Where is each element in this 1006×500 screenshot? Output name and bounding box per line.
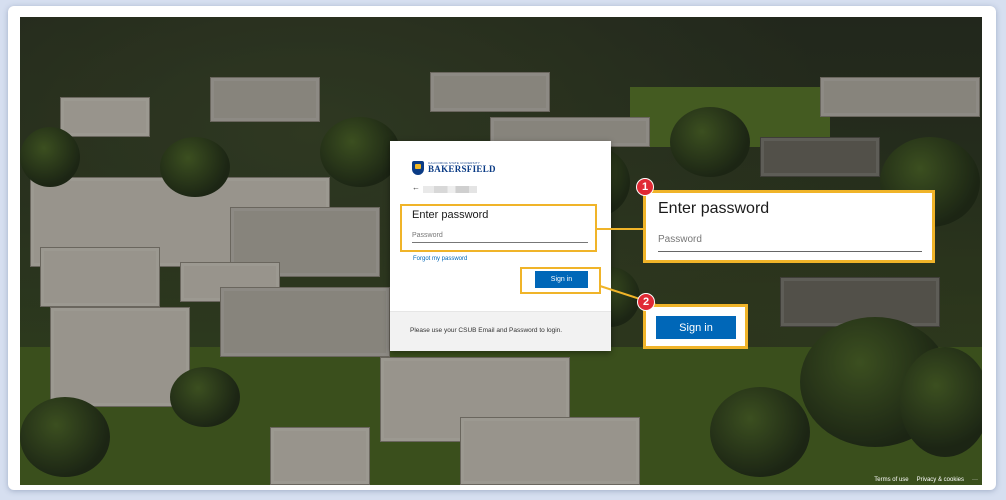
logo-title: BAKERSFIELD xyxy=(428,164,496,174)
back-arrow-icon[interactable]: ← xyxy=(412,183,420,192)
login-card-footer: Please use your CSUB Email and Password … xyxy=(390,311,611,351)
callout-sign-in-button: Sign in xyxy=(656,316,736,339)
terms-of-use-link[interactable]: Terms of use xyxy=(874,477,908,483)
step-1-badge: 1 xyxy=(636,178,654,196)
privacy-cookies-link[interactable]: Privacy & cookies xyxy=(917,477,964,483)
login-footer-note: Please use your CSUB Email and Password … xyxy=(410,327,563,334)
callout-password-placeholder: Password xyxy=(658,234,702,245)
password-input[interactable]: Password xyxy=(412,229,588,243)
callout-password-input: Password xyxy=(658,231,922,252)
page-title: Enter password xyxy=(412,209,489,221)
csub-logo: CALIFORNIA STATE UNIVERSITY BAKERSFIELD xyxy=(412,161,496,175)
callout-password-title: Enter password xyxy=(658,200,770,217)
page-footer-links: Terms of use Privacy & cookies ··· xyxy=(874,477,978,483)
callout-connector-1 xyxy=(597,228,643,230)
password-placeholder: Password xyxy=(412,232,443,239)
sign-in-button[interactable]: Sign in xyxy=(535,271,588,288)
step-2-badge: 2 xyxy=(637,293,655,311)
more-options-icon[interactable]: ··· xyxy=(972,477,978,483)
university-shield-icon xyxy=(412,161,424,175)
blurred-email-identity xyxy=(423,186,477,193)
forgot-password-link[interactable]: Forgot my password xyxy=(413,256,467,262)
